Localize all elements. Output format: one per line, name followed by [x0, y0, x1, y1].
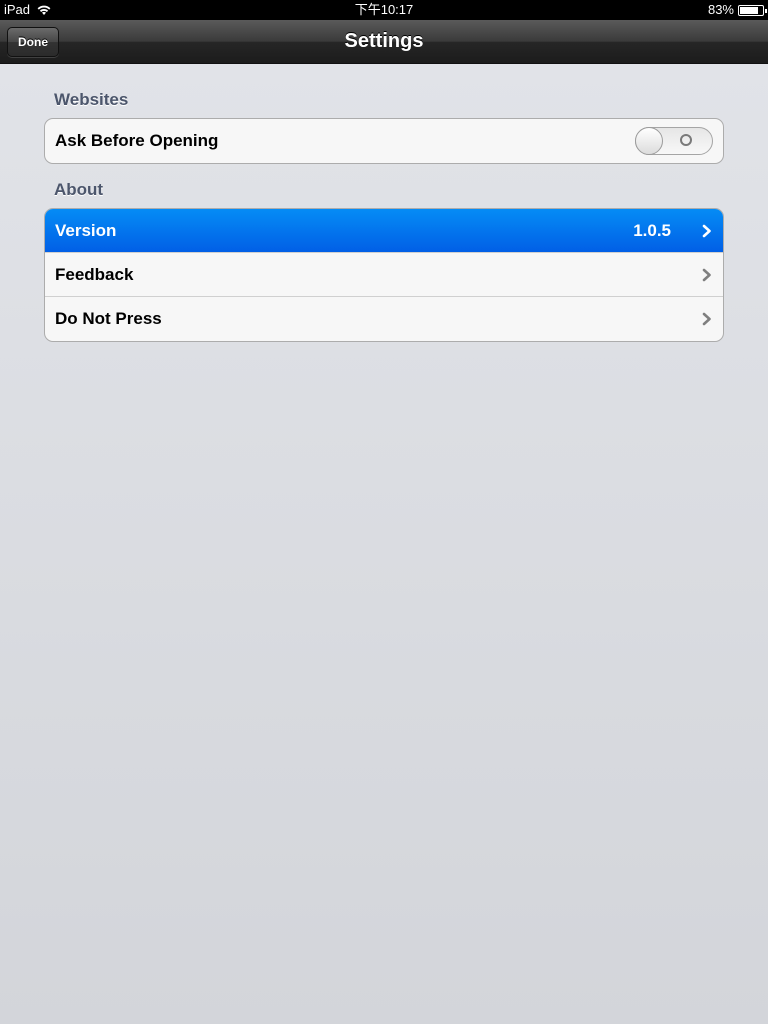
settings-content: Websites Ask Before Opening About Versio… — [0, 64, 768, 1024]
done-button[interactable]: Done — [7, 27, 59, 57]
version-value: 1.0.5 — [633, 221, 671, 240]
websites-group: Ask Before Opening — [44, 118, 724, 164]
ask-before-opening-toggle[interactable] — [635, 127, 713, 155]
battery-nub — [765, 8, 767, 13]
version-cell[interactable]: Version 1.0.5 — [45, 209, 723, 253]
chevron-right-icon — [702, 268, 711, 282]
toggle-off-icon — [680, 134, 692, 146]
chevron-right-icon — [702, 224, 711, 238]
nav-bar: Settings Done — [0, 20, 768, 64]
about-group: Version 1.0.5 Feedback Do Not Press — [44, 208, 724, 342]
status-time: 下午10:17 — [354, 2, 414, 17]
do-not-press-cell[interactable]: Do Not Press — [45, 297, 723, 341]
status-bar: iPad 下午10:17 83% — [0, 0, 768, 20]
feedback-label: Feedback — [55, 265, 134, 284]
ask-before-opening-label: Ask Before Opening — [55, 131, 219, 150]
version-label: Version — [55, 221, 117, 240]
feedback-cell[interactable]: Feedback — [45, 253, 723, 297]
battery-icon — [738, 4, 767, 16]
toggle-knob — [635, 127, 663, 155]
section-header-about: About — [54, 180, 104, 199]
battery-percent: 83% — [707, 2, 734, 17]
ask-before-opening-cell: Ask Before Opening — [45, 119, 723, 163]
do-not-press-label: Do Not Press — [55, 309, 162, 328]
status-right: 83% — [707, 0, 767, 20]
battery-fill — [740, 6, 758, 14]
chevron-right-icon — [702, 312, 711, 326]
page-title: Settings — [344, 30, 424, 52]
section-header-websites: Websites — [54, 90, 129, 109]
